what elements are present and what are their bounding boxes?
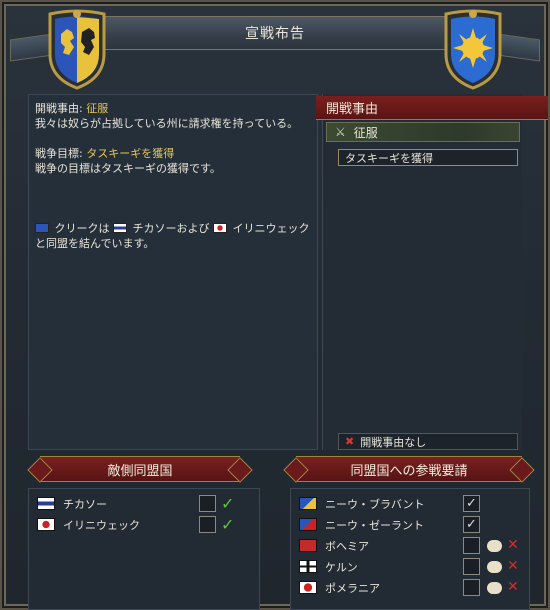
close-icon: ✖ [345, 435, 355, 448]
list-item: ケルン ✕ [291, 556, 529, 577]
ally-checkbox[interactable] [199, 516, 216, 533]
zeeland-flag-icon [299, 518, 317, 531]
ally-name: ケルン [325, 560, 358, 574]
call-ally-checkbox[interactable]: ✓ [463, 495, 480, 512]
cb-desc-text: 我々は奴らが占拠している州に請求権を持っている。 [35, 117, 299, 130]
enemy-allies-header: 敵側同盟国 [40, 456, 240, 482]
speech-bubble-icon [487, 561, 502, 573]
goal-value: タスキーギを獲得 [86, 147, 175, 160]
speech-bubble-icon [487, 540, 502, 552]
no-cb-button[interactable]: ✖ 開戦事由なし [338, 433, 518, 450]
cb-value: 征服 [86, 102, 109, 115]
list-item: イリニウェック ✓ [29, 514, 259, 535]
war-goal-button[interactable]: タスキーギを獲得 [338, 149, 518, 166]
speech-bubble-icon [487, 582, 502, 594]
cologne-flag-icon [299, 560, 317, 573]
ally-name: イリニウェック [63, 518, 140, 532]
checkmark-icon: ✓ [221, 494, 235, 513]
window-title-bar: 宣戦布告 [90, 16, 460, 50]
ally-checkbox[interactable] [199, 495, 216, 512]
decline-x-icon: ✕ [507, 537, 519, 553]
call-ally-checkbox[interactable] [463, 579, 480, 596]
cb-option-conquest[interactable]: ⚔ 征服 [326, 122, 520, 142]
decline-x-icon: ✕ [507, 579, 519, 595]
window-title: 宣戦布告 [245, 26, 305, 42]
cb-description: 開戦事由: 征服 我々は奴らが占拠している州に請求権を持っている。 [35, 101, 311, 131]
illiniwek-flag-icon [213, 223, 227, 233]
brabant-flag-icon [299, 497, 317, 510]
casus-belli-header: 開戦事由 [316, 96, 548, 120]
chickasaw-flag-icon [37, 497, 55, 510]
list-item: ニーウ・ブラバント ✓ [291, 493, 529, 514]
creek-flag-icon [35, 223, 49, 233]
list-item: ボヘミア ✕ [291, 535, 529, 556]
ally-name: ニーウ・ゼーラント [325, 518, 424, 532]
pomerania-flag-icon [299, 581, 317, 594]
no-cb-label: 開戦事由なし [360, 435, 427, 449]
enemy-allies-list: チカソー ✓ イリニウェック ✓ [28, 488, 260, 610]
goal-label: 戦争目標: [35, 147, 87, 160]
target-shield-icon [444, 9, 502, 90]
decline-x-icon: ✕ [507, 558, 519, 574]
bohemia-flag-icon [299, 539, 317, 552]
ally-name: チカソー [63, 497, 107, 511]
list-item: ニーウ・ゼーラント ✓ [291, 514, 529, 535]
ally-name: ポメラニア [325, 581, 380, 595]
alliance-text-b: チカソーおよび [132, 222, 210, 235]
checkmark-icon: ✓ [221, 515, 235, 534]
illiniwek-flag-icon [37, 518, 55, 531]
call-allies-list: ニーウ・ブラバント ✓ ニーウ・ゼーラント ✓ ボヘミア ✕ ケルン ✕ ポメラ… [290, 488, 530, 610]
list-item: ポメラニア ✕ [291, 577, 529, 598]
ally-name: ボヘミア [325, 539, 369, 553]
ally-name: ニーウ・ブラバント [325, 497, 425, 511]
cb-label: 開戦事由: [35, 102, 87, 115]
cb-option-label: 征服 [353, 125, 378, 140]
call-ally-checkbox[interactable] [463, 537, 480, 554]
call-ally-checkbox[interactable]: ✓ [463, 516, 480, 533]
call-allies-header: 同盟国への参戦要請 [296, 456, 522, 482]
alliance-text-a: クリークは [54, 222, 110, 235]
goal-desc-text: 戦争の目標はタスキーギの獲得です。 [35, 162, 221, 175]
alliance-info: クリークは チカソーおよび イリニウェックと同盟を結んでいます。 [35, 221, 311, 251]
attacker-shield-icon [48, 9, 106, 90]
description-panel: 開戦事由: 征服 我々は奴らが占拠している州に請求権を持っている。 戦争目標: … [28, 94, 318, 450]
casus-belli-panel [322, 94, 522, 450]
chickasaw-flag-icon [113, 223, 127, 233]
list-item: チカソー ✓ [29, 493, 259, 514]
crossed-swords-icon: ⚔ [335, 125, 346, 139]
call-ally-checkbox[interactable] [463, 558, 480, 575]
goal-description: 戦争目標: タスキーギを獲得 戦争の目標はタスキーギの獲得です。 [35, 146, 311, 176]
